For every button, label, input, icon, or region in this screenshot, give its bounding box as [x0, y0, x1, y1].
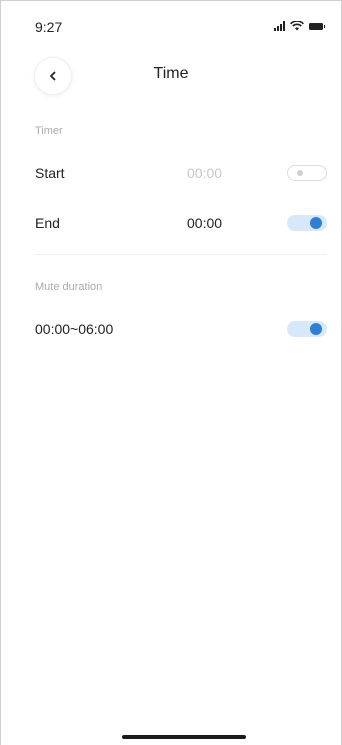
battery-icon — [309, 23, 325, 30]
status-icons — [274, 21, 325, 31]
mute-toggle[interactable] — [287, 321, 327, 337]
wifi-icon — [290, 21, 304, 31]
header: Time — [1, 57, 341, 95]
timer-start-row[interactable]: Start 00:00 — [1, 161, 341, 187]
timer-section-label: Timer — [35, 125, 63, 137]
phone-screen: 9:27 Time Timer Start 00:00 End 00:00 Mu… — [0, 0, 342, 745]
end-time[interactable]: 00:00 — [187, 215, 247, 231]
page-title: Time — [153, 65, 189, 82]
status-bar: 9:27 — [1, 1, 341, 37]
timer-end-row[interactable]: End 00:00 — [1, 211, 341, 237]
mute-duration-row[interactable]: 00:00~06:00 — [1, 317, 341, 343]
mute-section-label: Mute duration — [35, 281, 103, 293]
toggle-knob — [310, 217, 322, 229]
home-indicator — [122, 735, 246, 739]
signal-icon — [274, 21, 285, 31]
mute-range[interactable]: 00:00~06:00 — [35, 321, 113, 337]
end-toggle[interactable] — [287, 215, 327, 231]
divider — [35, 254, 327, 255]
toggle-knob — [297, 170, 303, 176]
end-label: End — [35, 215, 60, 231]
start-label: Start — [35, 165, 65, 181]
toggle-knob — [310, 323, 322, 335]
status-time: 9:27 — [35, 19, 63, 35]
start-toggle[interactable] — [287, 165, 327, 181]
start-time[interactable]: 00:00 — [187, 165, 247, 181]
